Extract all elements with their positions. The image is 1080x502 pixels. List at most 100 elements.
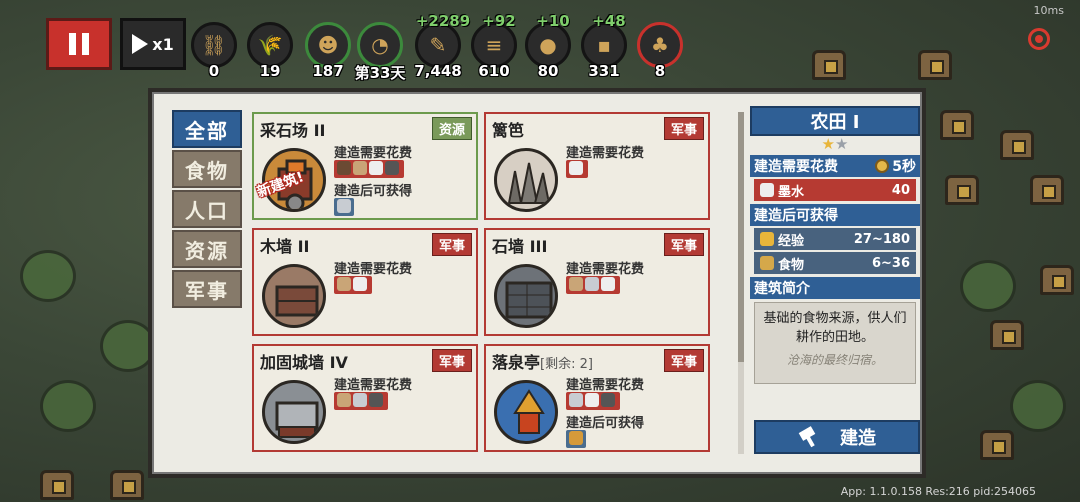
build-time: 5秒 [892,159,916,175]
stone-wall-icon [494,264,558,328]
house-decor [812,50,846,80]
pavilion-icon [494,380,558,444]
tree-decor [1010,380,1066,432]
intro-box: 基础的食物来源，供人们耕作的田地。 沧海的最终归宿。 [754,302,916,384]
cost-icons [566,160,588,178]
ink-brush-icon [585,393,599,407]
wood-icon [337,277,351,291]
cost-icons [566,276,620,294]
house-decor [990,320,1024,350]
tab-military[interactable]: 军事 [172,270,242,308]
cost-icons [334,276,372,294]
stone-icon [337,199,351,213]
gain-icons [566,430,586,448]
cost-label: 建造需要花费 [566,146,645,161]
card-title: 加固城墙 IV [260,353,348,372]
ink-brush-icon [353,277,367,291]
intro-header: 建筑简介 [750,277,920,299]
chain-icon [569,431,583,445]
house-decor [40,470,74,500]
gain-food-row: 食物 6~36 [754,252,916,274]
fortified-wall-icon [262,380,326,444]
building-card-falling-spring-pavilion[interactable]: 落泉亭[剩余: 2] 军事 建造需要花费 建造后可获得 [484,344,710,452]
gain-header: 建造后可获得 [750,204,920,226]
wood-icon [337,393,351,407]
house-decor [918,50,952,80]
house-decor [980,430,1014,460]
category-tag: 军事 [663,349,704,372]
cost-label: 建造需要花费 [566,378,645,393]
house-decor [1000,130,1034,160]
tree-decor [20,250,76,302]
hammer-icon [798,429,820,445]
category-tabs: 全部 食物 人口 资源 军事 [172,110,242,310]
category-tag: 军事 [663,233,704,256]
detail-title: 农田 I [750,106,920,136]
card-title: 采石场 II [260,121,326,140]
building-card-stone-wall[interactable]: 石墙 III 军事 建造需要花费 [484,228,710,336]
cost-label: 建造需要花费 [566,262,645,277]
ore-icon [369,393,383,407]
tab-all[interactable]: 全部 [172,110,242,148]
house-decor [940,110,974,140]
card-title: 篱笆 [492,121,525,140]
cost-header: 建造需要花费 5秒 [750,155,920,177]
star-icon: ★ [821,135,835,153]
building-grid: 采石场 II 资源 新建筑! 建造需要花费 建造后可获得 篱笆 军事 建造需要花… [252,112,732,454]
remaining-count: [剩余: 2] [540,357,593,372]
pause-icon [69,33,76,55]
stone-icon [585,277,599,291]
category-tag: 军事 [431,233,472,256]
app-info: App: 1.1.0.158 Res:216 pid:254065 [840,485,1036,498]
tab-population[interactable]: 人口 [172,190,242,228]
category-tag: 军事 [663,117,704,140]
cost-icons [334,160,404,178]
tree-decor [40,380,96,432]
flavor-text: 沧海的最终归宿。 [786,353,883,367]
wood-wall-icon [262,264,326,328]
card-title: 木墙 II [260,237,310,256]
cost-icons [566,392,620,410]
ink-brush-icon [760,183,774,197]
card-title: 落泉亭[剩余: 2] [492,353,593,372]
intro-text: 基础的食物来源，供人们耕作的田地。 [763,311,907,345]
resource-delta: +48 [592,12,626,30]
category-tag: 资源 [431,117,472,140]
star-empty-icon: ★ [835,135,849,153]
ink-brush-icon [601,277,615,291]
card-title: 石墙 III [492,237,548,256]
build-panel: 全部 食物 人口 资源 军事 采石场 II 资源 新建筑! 建造需要花费 建造后… [148,88,926,478]
cost-label: 建造需要花费 [334,262,413,277]
wood-icon [353,161,367,175]
house-decor [1040,265,1074,295]
pause-button[interactable] [46,18,112,70]
tab-resource[interactable]: 资源 [172,230,242,268]
ink-brush-icon [369,161,383,175]
cost-label: 建造需要花费 [334,146,413,161]
house-decor [1030,175,1064,205]
resource-value: 8 [654,62,666,80]
star-rating: ★★ [750,136,920,152]
building-card-fortified-wall[interactable]: 加固城墙 IV 军事 建造需要花费 [252,344,478,452]
speed-button[interactable]: x1 [120,18,186,70]
tree-decor [960,260,1016,312]
speed-label: x1 [152,34,174,54]
target-button[interactable] [1028,28,1050,50]
stone-icon [569,393,583,407]
tab-food[interactable]: 食物 [172,150,242,188]
ore-icon [601,393,615,407]
building-card-fence[interactable]: 篱笆 军事 建造需要花费 [484,112,710,220]
stone-icon [353,393,367,407]
play-icon [132,34,149,54]
build-button[interactable]: 建造 [754,420,920,454]
building-card-wood-wall[interactable]: 木墙 II 军事 建造需要花费 [252,228,478,336]
house-decor [110,470,144,500]
grid-scrollbar-thumb[interactable] [738,112,744,362]
building-detail: 农田 I ★★ 建造需要花费 5秒 墨水 40 建造后可获得 经验 27~180… [750,106,920,458]
fence-icon [494,148,558,212]
building-card-quarry[interactable]: 采石场 II 资源 新建筑! 建造需要花费 建造后可获得 [252,112,478,220]
cost-ink-row: 墨水 40 [754,179,916,201]
house-decor [945,175,979,205]
target-icon [1035,35,1043,43]
ore-icon [385,161,399,175]
